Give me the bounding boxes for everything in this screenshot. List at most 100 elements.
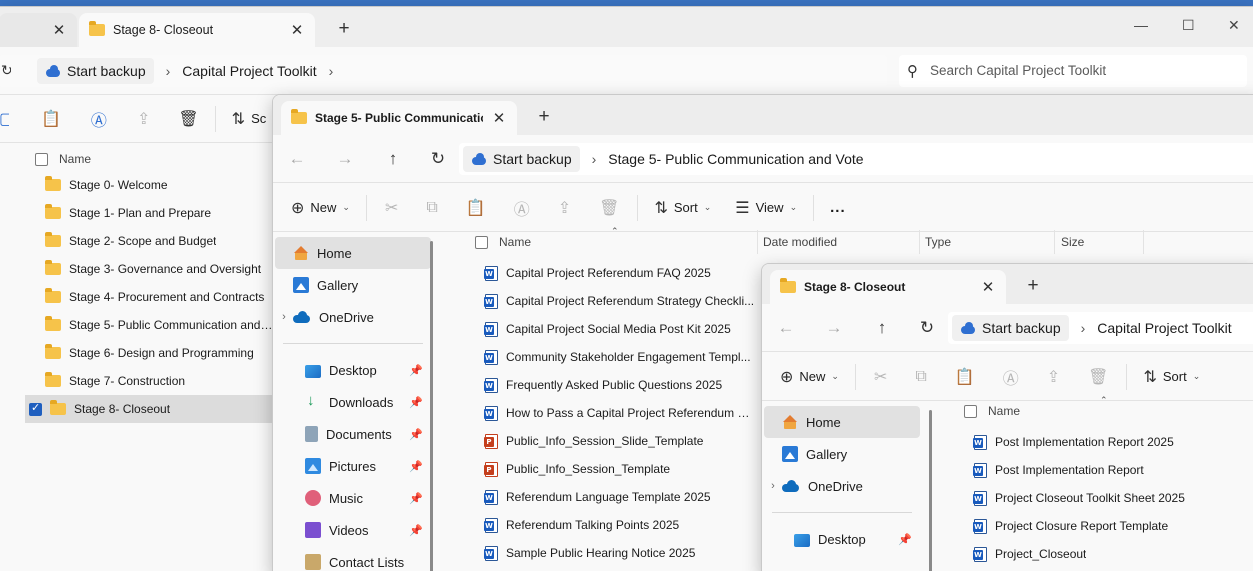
nav-downloads[interactable]: Downloads📌 xyxy=(275,386,431,418)
sort-button[interactable]: ⇅ Sc xyxy=(220,103,279,135)
nav-home[interactable]: Home xyxy=(764,406,920,438)
nav-scrollbar[interactable] xyxy=(430,241,433,571)
chevron-right-icon[interactable]: › xyxy=(1081,320,1086,336)
tab-stage-5[interactable]: Stage 5- Public Communicatio ✕ xyxy=(281,101,517,135)
tab-stage-8[interactable]: Stage 8- Closeout ✕ xyxy=(770,270,1006,304)
nav-desktop[interactable]: Desktop 📌 xyxy=(764,523,920,555)
chevron-right-icon[interactable]: › xyxy=(764,480,782,492)
nav-documents[interactable]: Documents 📌 xyxy=(275,418,431,450)
address-field[interactable]: Start backup › Stage 5- Public Communica… xyxy=(459,142,1253,175)
pin-icon[interactable]: 📌 xyxy=(409,364,423,377)
column-type[interactable]: Type xyxy=(925,235,951,249)
pin-icon[interactable]: 📌 xyxy=(898,533,912,546)
close-icon[interactable]: ✕ xyxy=(289,21,305,39)
nav-scrollbar[interactable] xyxy=(929,410,932,571)
tab-previous[interactable]: ✕ xyxy=(0,13,77,47)
share-button[interactable]: ⇪ xyxy=(119,103,162,135)
minimize-button[interactable]: — xyxy=(1134,17,1148,33)
close-icon[interactable]: ✕ xyxy=(980,278,996,296)
up-button[interactable]: ↑ xyxy=(858,318,906,338)
list-item-selected[interactable]: Stage 8- Closeout xyxy=(25,395,275,423)
address-field[interactable]: Start backup › Capital Project Toolkit xyxy=(948,311,1253,344)
breadcrumb-capital-project-toolkit[interactable]: Capital Project Toolkit xyxy=(182,63,316,79)
start-backup-button[interactable]: Start backup xyxy=(37,57,154,84)
tab-stage-8[interactable]: Stage 8- Closeout ✕ xyxy=(79,13,315,47)
forward-button[interactable]: → xyxy=(810,318,858,338)
list-item[interactable]: Stage 0- Welcome xyxy=(25,171,275,199)
list-item[interactable]: Project Closure Report Template xyxy=(973,512,1253,540)
rename-button[interactable]: Ⓐ xyxy=(989,361,1033,393)
back-button[interactable]: ← xyxy=(273,149,321,169)
up-button[interactable]: ↑ xyxy=(369,149,417,169)
share-button[interactable]: ⇪ xyxy=(544,192,585,224)
share-button[interactable]: ⇪ xyxy=(1033,361,1074,393)
list-item[interactable]: Capital Project Social Media Post Kit 20… xyxy=(484,315,755,343)
pin-icon[interactable]: 📌 xyxy=(409,460,423,473)
list-item[interactable]: Stage 2- Scope and Budget xyxy=(25,227,275,255)
close-window-button[interactable]: ✕ xyxy=(1228,17,1240,34)
list-item[interactable]: Stage 7- Construction xyxy=(25,367,275,395)
select-all-checkbox[interactable] xyxy=(964,405,977,418)
chevron-right-icon[interactable]: › xyxy=(275,311,293,323)
column-divider[interactable] xyxy=(1143,230,1144,254)
list-item[interactable]: Public_Info_Session_Template xyxy=(484,455,755,483)
cut-button[interactable]: ✂ xyxy=(371,192,412,224)
breadcrumb-capital-project-toolkit[interactable]: Capital Project Toolkit xyxy=(1097,320,1231,336)
forward-button[interactable]: → xyxy=(321,149,369,169)
column-name[interactable]: Name xyxy=(988,404,1020,418)
copy-button[interactable]: ⧉ xyxy=(412,192,451,224)
list-item[interactable]: Capital Project Referendum FAQ 2025 xyxy=(484,259,755,287)
column-divider[interactable] xyxy=(1054,230,1055,254)
column-date-modified[interactable]: Date modified xyxy=(763,235,837,249)
column-divider[interactable] xyxy=(919,230,920,254)
list-item[interactable]: Stage 3- Governance and Oversight xyxy=(25,255,275,283)
delete-button[interactable]: 🗑 xyxy=(162,103,210,135)
more-options-button[interactable]: ... xyxy=(818,192,858,224)
start-backup-button[interactable]: Start backup xyxy=(952,314,1069,341)
maximize-button[interactable]: ☐ xyxy=(1182,17,1195,34)
pin-icon[interactable]: 📌 xyxy=(409,524,423,537)
chevron-right-icon[interactable]: › xyxy=(592,151,597,167)
pin-icon[interactable]: 📌 xyxy=(409,428,423,441)
nav-onedrive[interactable]: › OneDrive xyxy=(275,301,431,333)
list-item[interactable]: Public_Info_Session_Slide_Template xyxy=(484,427,755,455)
nav-onedrive[interactable]: › OneDrive xyxy=(764,470,920,502)
list-item[interactable]: Community Stakeholder Engagement Templ..… xyxy=(484,343,755,371)
list-item[interactable]: Stage 4- Procurement and Contracts xyxy=(25,283,275,311)
close-icon[interactable]: ✕ xyxy=(51,21,67,39)
refresh-button[interactable]: ↻ xyxy=(906,318,948,338)
new-tab-button[interactable]: + xyxy=(1021,275,1045,297)
nav-home[interactable]: Home xyxy=(275,237,431,269)
list-item[interactable]: How to Pass a Capital Project Referendum… xyxy=(484,399,755,427)
nav-pictures[interactable]: Pictures 📌 xyxy=(275,450,431,482)
rename-button[interactable]: Ⓐ xyxy=(73,103,119,135)
paste-button[interactable]: 📋 xyxy=(9,103,73,135)
refresh-icon[interactable]: ↻ xyxy=(1,62,11,79)
list-item[interactable]: Frequently Asked Public Questions 2025 xyxy=(484,371,755,399)
list-item[interactable]: Sample Public Hearing Notice 2025 xyxy=(484,539,755,567)
list-item[interactable]: Stage 5- Public Communication and Vote xyxy=(25,311,275,339)
list-item[interactable]: Referendum Language Template 2025 xyxy=(484,483,755,511)
list-item[interactable]: Post Implementation Report xyxy=(973,456,1253,484)
select-all-checkbox[interactable] xyxy=(475,236,488,249)
pin-icon[interactable]: 📌 xyxy=(409,396,423,409)
chevron-right-icon[interactable]: › xyxy=(329,63,334,79)
cut-button[interactable]: ✂ xyxy=(860,361,901,393)
nav-contact-lists[interactable]: Contact Lists xyxy=(275,546,431,571)
sort-button[interactable]: ⇅ Sort ⌄ xyxy=(642,192,723,224)
select-all-checkbox[interactable] xyxy=(35,153,48,166)
column-size[interactable]: Size xyxy=(1061,235,1084,249)
start-backup-button[interactable]: Start backup xyxy=(463,145,580,172)
new-button[interactable]: ⊕ New ⌄ xyxy=(273,192,362,224)
refresh-button[interactable]: ↻ xyxy=(417,149,459,169)
nav-videos[interactable]: Videos 📌 xyxy=(275,514,431,546)
nav-gallery[interactable]: Gallery xyxy=(275,269,431,301)
list-item[interactable]: Post Implementation Report 2025 xyxy=(973,428,1253,456)
chevron-right-icon[interactable]: › xyxy=(166,63,171,79)
search-box[interactable]: ⚲ Search Capital Project Toolkit xyxy=(899,54,1247,87)
copy-button[interactable]: ▢ xyxy=(0,103,9,135)
rename-button[interactable]: Ⓐ xyxy=(500,192,544,224)
new-tab-button[interactable]: + xyxy=(332,18,356,40)
view-button[interactable]: ☰ View ⌄ xyxy=(723,192,809,224)
nav-gallery[interactable]: Gallery xyxy=(764,438,920,470)
